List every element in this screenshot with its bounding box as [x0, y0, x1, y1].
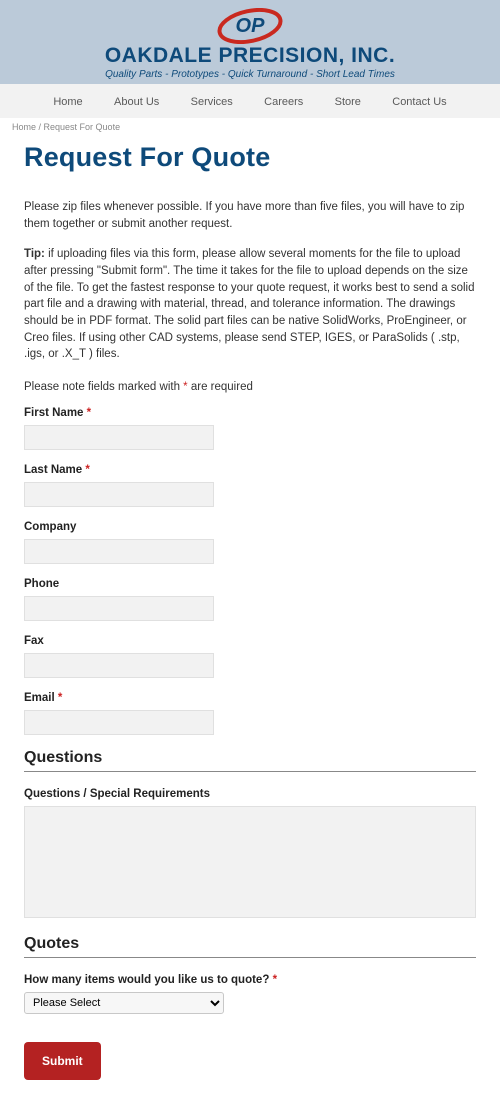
field-last-name: Last Name * — [24, 464, 476, 507]
nav-careers[interactable]: Careers — [264, 96, 303, 108]
submit-button[interactable]: Submit — [24, 1042, 101, 1080]
field-quote-count: How many items would you like us to quot… — [24, 974, 476, 1014]
field-phone: Phone — [24, 578, 476, 621]
label-questions: Questions / Special Requirements — [24, 788, 476, 800]
label-email: Email * — [24, 692, 476, 704]
page-body: Home / Request For Quote Request For Quo… — [0, 118, 500, 1110]
breadcrumb-home[interactable]: Home — [12, 122, 36, 132]
nav-store[interactable]: Store — [335, 96, 361, 108]
field-first-name: First Name * — [24, 407, 476, 450]
content: Request For Quote Please zip files whene… — [0, 136, 500, 1080]
logo: OP OAKDALE PRECISION, INC. Quality Parts… — [105, 8, 395, 80]
logo-icon: OP — [216, 8, 284, 44]
tip-body: if uploading files via this form, please… — [24, 248, 474, 360]
label-fax: Fax — [24, 635, 476, 647]
site-header: OP OAKDALE PRECISION, INC. Quality Parts… — [0, 0, 500, 84]
input-company[interactable] — [24, 539, 214, 564]
label-last-name: Last Name * — [24, 464, 476, 476]
breadcrumb-sep: / — [36, 122, 44, 132]
section-questions: Questions — [24, 749, 476, 772]
label-first-name: First Name * — [24, 407, 476, 419]
input-fax[interactable] — [24, 653, 214, 678]
tagline: Quality Parts - Prototypes - Quick Turna… — [105, 69, 395, 80]
label-company: Company — [24, 521, 476, 533]
company-name: OAKDALE PRECISION, INC. — [105, 44, 395, 68]
nav-about[interactable]: About Us — [114, 96, 159, 108]
input-email[interactable] — [24, 710, 214, 735]
tip-label: Tip: — [24, 248, 45, 260]
breadcrumb: Home / Request For Quote — [0, 118, 500, 136]
section-quotes: Quotes — [24, 935, 476, 958]
input-first-name[interactable] — [24, 425, 214, 450]
label-quote-count: How many items would you like us to quot… — [24, 974, 476, 986]
intro-text: Please zip files whenever possible. If y… — [24, 199, 476, 232]
breadcrumb-current: Request For Quote — [44, 122, 121, 132]
field-email: Email * — [24, 692, 476, 735]
textarea-questions[interactable] — [24, 806, 476, 918]
field-fax: Fax — [24, 635, 476, 678]
logo-text: OP — [236, 15, 266, 37]
tip-text: Tip: if uploading files via this form, p… — [24, 246, 476, 363]
nav-services[interactable]: Services — [191, 96, 233, 108]
field-questions: Questions / Special Requirements — [24, 788, 476, 921]
required-note: Please note fields marked with * are req… — [24, 381, 476, 393]
label-phone: Phone — [24, 578, 476, 590]
nav-home[interactable]: Home — [53, 96, 82, 108]
input-phone[interactable] — [24, 596, 214, 621]
field-company: Company — [24, 521, 476, 564]
input-last-name[interactable] — [24, 482, 214, 507]
nav-contact[interactable]: Contact Us — [392, 96, 446, 108]
main-nav: Home About Us Services Careers Store Con… — [0, 84, 500, 118]
select-quote-count[interactable]: Please Select — [24, 992, 224, 1014]
page-title: Request For Quote — [24, 142, 476, 173]
